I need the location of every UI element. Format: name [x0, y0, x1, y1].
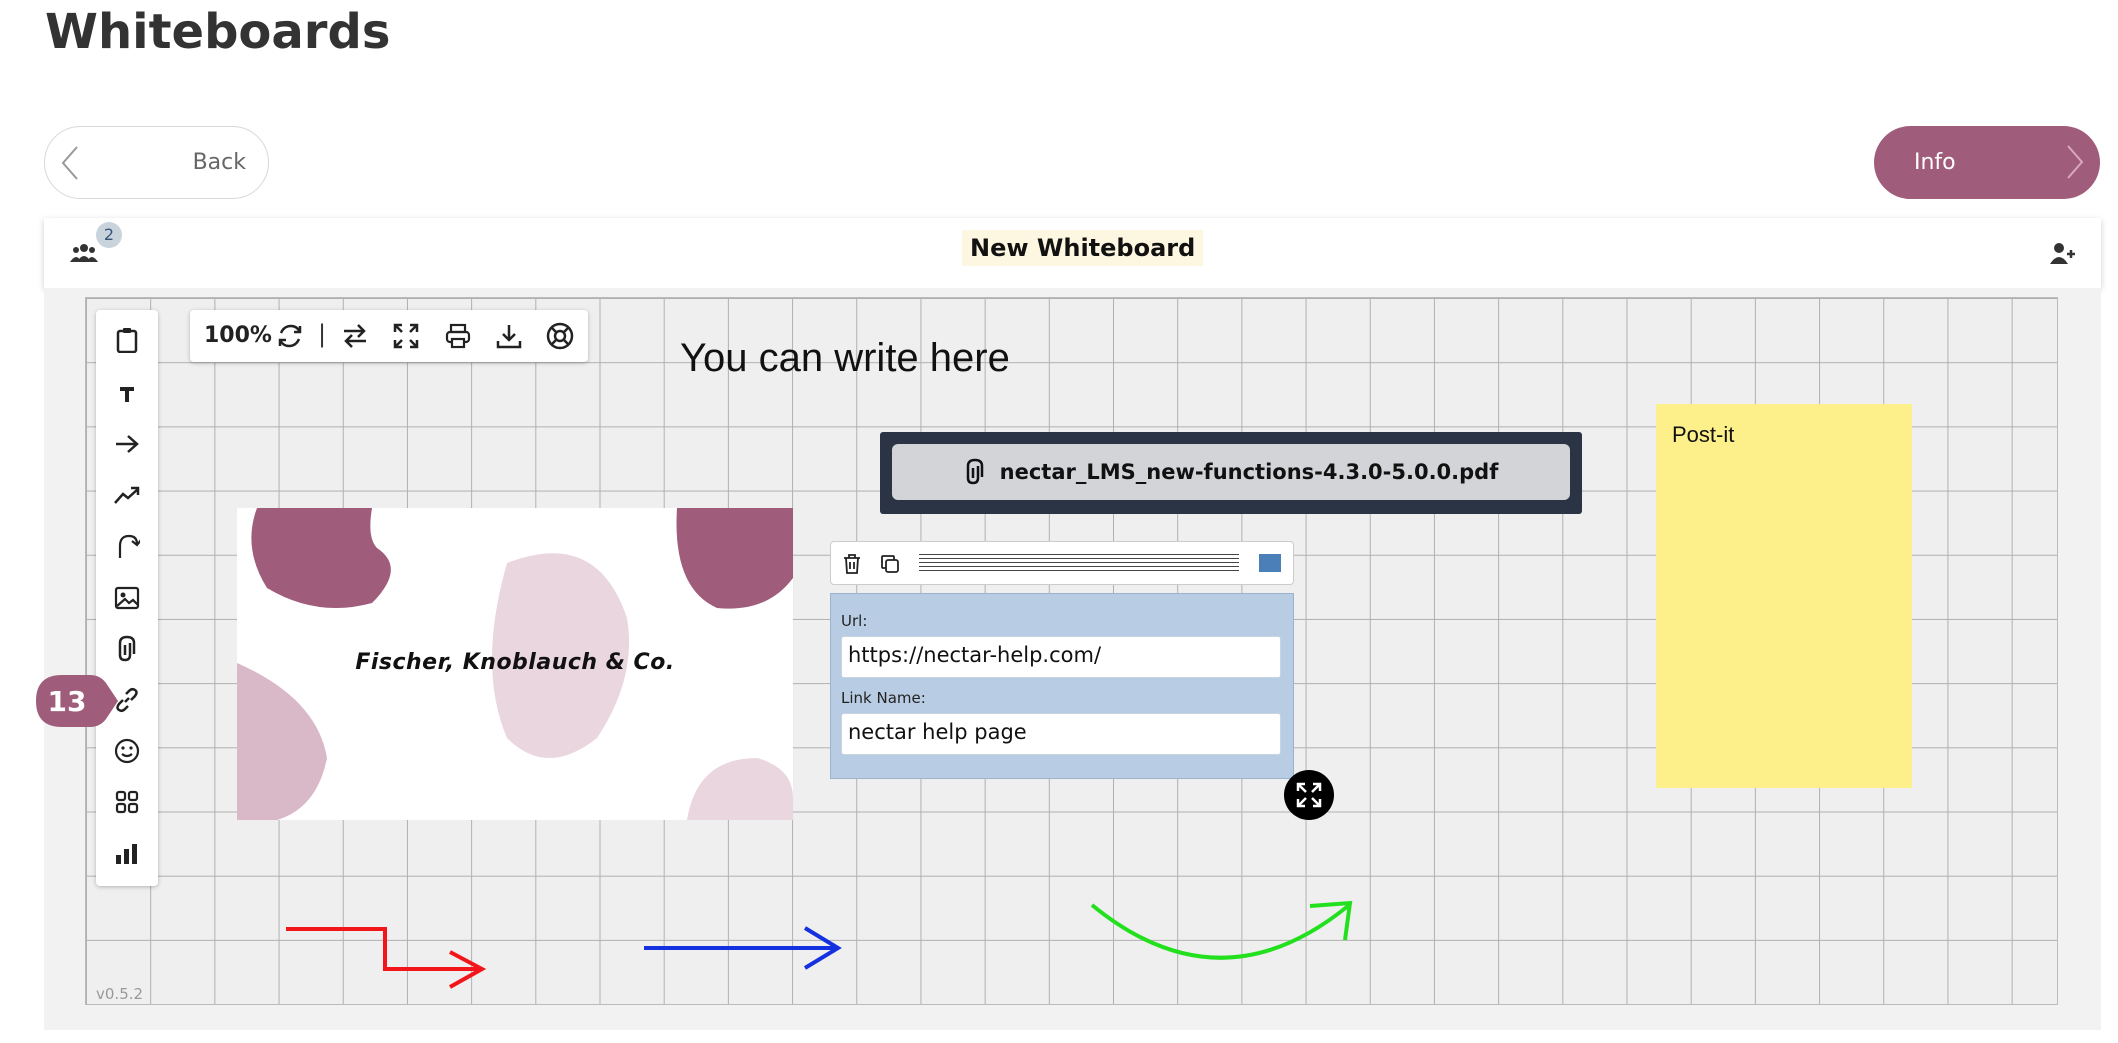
clipboard-icon: [116, 328, 138, 353]
top-toolbar: 100% |: [190, 310, 588, 362]
swap-button[interactable]: [339, 320, 371, 352]
link-name-input[interactable]: nectar help page: [841, 713, 1281, 755]
download-icon: [496, 325, 522, 349]
text-tool[interactable]: [107, 374, 147, 414]
version-label: v0.5.2: [96, 985, 144, 1003]
print-icon: [445, 323, 471, 349]
zoom-level[interactable]: 100%: [204, 323, 272, 348]
curved-arrow-tool[interactable]: [107, 526, 147, 566]
left-toolbar: [96, 310, 158, 886]
url-input[interactable]: https://nectar-help.com/: [841, 636, 1281, 678]
link-form: Url: https://nectar-help.com/ Link Name:…: [830, 593, 1294, 779]
expand-icon: [1296, 782, 1322, 808]
text-icon: [120, 387, 134, 402]
clipboard-tool[interactable]: [107, 320, 147, 360]
arrow-tool[interactable]: [107, 424, 147, 464]
print-button[interactable]: [442, 320, 474, 352]
resize-handle[interactable]: [1284, 770, 1334, 820]
color-swatch[interactable]: [1259, 554, 1281, 572]
red-arrow: [286, 927, 480, 971]
postit-text[interactable]: Post-it: [1672, 422, 1734, 448]
step-badge: 13: [47, 684, 87, 718]
help-icon: [546, 322, 574, 350]
image-card[interactable]: Fischer, Knoblauch & Co.: [237, 508, 793, 820]
grid-tool[interactable]: [107, 782, 147, 822]
delete-button[interactable]: [839, 551, 865, 577]
curved-arrow-icon: [118, 534, 140, 558]
green-arrow: [1090, 903, 1350, 960]
trend-arrow-icon: [114, 486, 140, 504]
file-attachment[interactable]: nectar_LMS_new-functions-4.3.0-5.0.0.pdf: [880, 432, 1582, 514]
refresh-icon: [278, 324, 302, 348]
link-edit-toolbar: [830, 541, 1294, 585]
arrow-icon: [116, 435, 139, 453]
emoji-tool[interactable]: [107, 731, 147, 771]
copy-icon: [881, 555, 899, 573]
drag-handle[interactable]: [919, 554, 1239, 574]
swap-icon: [344, 324, 366, 348]
attachment-tool[interactable]: [107, 629, 147, 669]
canvas-text[interactable]: You can write here: [680, 336, 1010, 381]
refresh-button[interactable]: [274, 320, 306, 352]
emoji-icon: [114, 738, 140, 764]
file-name: nectar_LMS_new-functions-4.3.0-5.0.0.pdf: [999, 460, 1499, 484]
fullscreen-button[interactable]: [390, 320, 422, 352]
toolbar-separator: |: [318, 320, 327, 348]
image-icon: [114, 586, 140, 610]
help-button[interactable]: [544, 320, 576, 352]
url-label: Url:: [841, 612, 868, 630]
postit-note[interactable]: Post-it: [1656, 404, 1912, 788]
download-button[interactable]: [493, 320, 525, 352]
grid-icon: [115, 790, 139, 814]
chart-tool[interactable]: [107, 834, 147, 874]
attachment-icon: [966, 458, 983, 485]
company-name: Fischer, Knoblauch & Co.: [355, 650, 675, 675]
chart-icon: [116, 844, 137, 864]
image-tool[interactable]: [107, 578, 147, 618]
link-name-label: Link Name:: [841, 689, 926, 707]
attachment-icon: [118, 635, 136, 662]
duplicate-button[interactable]: [877, 551, 903, 577]
trash-icon: [844, 554, 860, 574]
fullscreen-icon: [393, 323, 419, 349]
file-attachment-button[interactable]: nectar_LMS_new-functions-4.3.0-5.0.0.pdf: [892, 444, 1570, 500]
trend-arrow-tool[interactable]: [107, 475, 147, 515]
